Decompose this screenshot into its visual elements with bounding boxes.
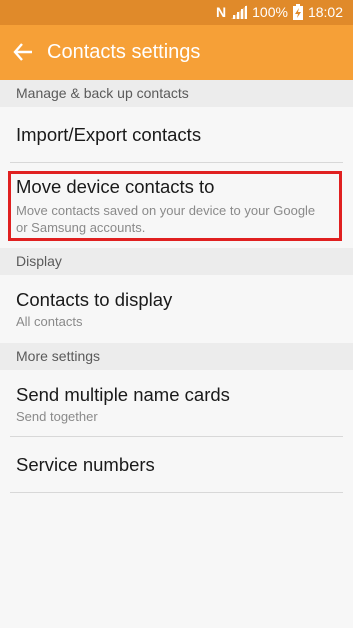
item-title: Contacts to display <box>16 289 173 310</box>
status-icons: N 100% 18:02 <box>216 4 343 20</box>
back-arrow-icon[interactable] <box>12 41 34 63</box>
signal-icon <box>231 5 248 19</box>
send-multiple-name-cards-item[interactable]: Send multiple name cards Send together <box>0 370 353 436</box>
section-header-display: Display <box>0 248 353 275</box>
battery-charging-icon <box>292 4 303 20</box>
section-header-more-settings: More settings <box>0 343 353 370</box>
nfc-icon: N <box>216 4 227 20</box>
contacts-to-display-item[interactable]: Contacts to display All contacts <box>0 275 353 343</box>
status-time: 18:02 <box>307 4 343 20</box>
divider <box>10 492 343 493</box>
item-title: Send multiple name cards <box>16 384 230 405</box>
status-bar: N 100% 18:02 <box>0 0 353 25</box>
item-title: Import/Export contacts <box>16 124 202 145</box>
item-subtitle: All contacts <box>16 314 83 329</box>
service-numbers-item[interactable]: Service numbers <box>0 437 353 492</box>
page-title: Contacts settings <box>47 41 201 63</box>
app-bar: Contacts settings <box>0 25 353 80</box>
item-subtitle: Send together <box>16 409 98 424</box>
item-title: Service numbers <box>16 454 155 475</box>
import-export-contacts-item[interactable]: Import/Export contacts <box>0 107 353 162</box>
highlight-box <box>8 171 342 241</box>
battery-percent: 100% <box>252 4 288 20</box>
section-header-manage: Manage & back up contacts <box>0 80 353 107</box>
